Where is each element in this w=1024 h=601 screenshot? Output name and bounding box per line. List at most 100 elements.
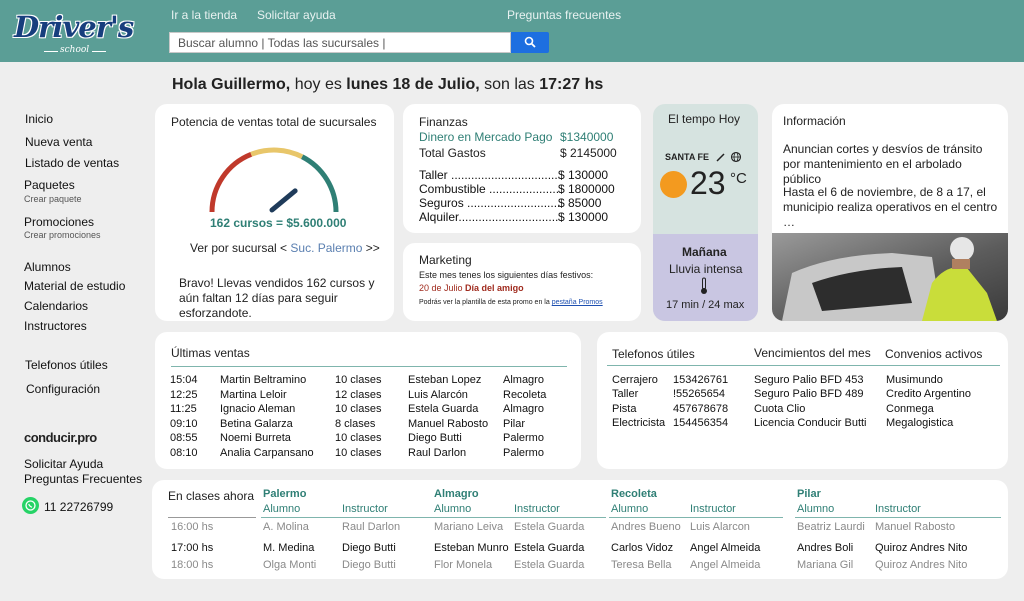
gauge-high-segment (300, 154, 339, 213)
search-input[interactable]: Buscar alumno | Todas las sucursales | (169, 32, 511, 53)
sale-classes: 8 clases (335, 417, 376, 430)
branch-name: Almagro (434, 488, 479, 500)
phone-contact-number[interactable]: 153426761 (673, 374, 728, 386)
finance-item-label: Taller .................................… (419, 168, 559, 182)
class-instructor: Diego Butti (342, 559, 396, 571)
branch-selector[interactable]: Ver por sucursal < Suc. Palermo >> (190, 241, 380, 255)
gauge-mid-segment (250, 147, 304, 160)
sales-power-card: Potencia de ventas total de sucursales 1… (155, 104, 394, 321)
temperature: 23 (690, 165, 726, 201)
instructor-col-header: Instructor (690, 503, 736, 515)
marketing-line1: Este mes tenes los siguientes días festi… (419, 270, 594, 280)
instructor-col-header: Instructor (342, 503, 388, 515)
tomorrow-range: 17 min / 24 max (666, 299, 745, 311)
expiration-item: Cuota Clio (754, 402, 806, 415)
expirations-title: Vencimientos del mes (754, 346, 871, 360)
globe-icon (730, 151, 742, 163)
sidebar-item-configuracion[interactable]: Configuración (26, 382, 100, 396)
sidebar-item-paquetes[interactable]: Paquetes (24, 178, 75, 192)
last-sales-title: Últimas ventas (171, 346, 250, 360)
agreement-item: Megalogistica (886, 416, 954, 429)
class-instructor: Angel Almeida (690, 542, 761, 554)
expiration-item: Licencia Conducir Butti (754, 416, 867, 429)
edit-location-icons[interactable] (715, 151, 743, 163)
sidebar-subitem-crear-paquete[interactable]: Crear paquete (24, 194, 82, 204)
class-student: Beatriz Laurdi (797, 521, 865, 533)
info-title: Información (783, 114, 846, 128)
contacts-card: Telefonos útiles Vencimientos del mes Co… (597, 332, 1008, 469)
gauge-low-segment (209, 152, 253, 213)
sidebar-item-nueva-venta[interactable]: Nueva venta (25, 135, 92, 149)
sidebar-item-material[interactable]: Material de estudio (24, 279, 125, 293)
sales-total-value: 162 cursos = $5.600.000 (210, 216, 347, 230)
class-student: A. Molina (263, 521, 309, 533)
finance-item-value: $ 130000 (558, 210, 609, 224)
sidebar-item-alumnos[interactable]: Alumnos (24, 260, 71, 274)
class-student: Esteban Munro (434, 542, 509, 554)
sidebar-item-telefonos[interactable]: Telefonos útiles (25, 358, 108, 372)
weather-city: SANTA FE (665, 152, 709, 162)
classes-now-card: En clases ahora 16:00 hs 17:00 hs 18:00 hs… (152, 480, 1008, 579)
conducir-pro-logo[interactable]: conducir.pro (24, 430, 97, 445)
total-expenses-value: $ 2145000 (560, 146, 617, 160)
whatsapp-icon (22, 497, 39, 514)
phone-contact-name: Taller (612, 388, 639, 401)
class-student: Olga Monti (263, 559, 317, 571)
branch-name: Pilar (797, 488, 821, 500)
thermometer-icon (701, 277, 707, 294)
sale-branch: Palermo (503, 446, 544, 459)
sale-branch: Palermo (503, 432, 544, 444)
class-student: Mariano Leiva (434, 521, 504, 533)
nav-help-link[interactable]: Solicitar ayuda (257, 8, 336, 22)
sidebar-faq-link[interactable]: Preguntas Frecuentes (24, 472, 142, 486)
whatsapp-number[interactable]: 11 22726799 (44, 500, 113, 514)
phone-contact-number[interactable]: !55265654 (673, 388, 725, 400)
agreement-item: Credito Argentino (886, 388, 971, 401)
branch-name: Recoleta (611, 488, 657, 500)
drivers-school-logo[interactable]: Driver's school (14, 10, 134, 58)
sidebar-item-instructores[interactable]: Instructores (24, 319, 87, 333)
sidebar-help-link[interactable]: Solicitar Ayuda (24, 457, 103, 471)
sidebar-item-inicio[interactable]: Inicio (25, 112, 53, 126)
class-instructor: Raul Darlon (342, 521, 401, 533)
phone-contact-number[interactable]: 457678678 (673, 403, 728, 415)
sale-branch: Pilar (503, 417, 526, 430)
phone-contact-name: Cerrajero (612, 374, 658, 386)
sidebar-subitem-crear-promociones[interactable]: Crear promociones (24, 230, 101, 240)
phone-contact-number[interactable]: 154456354 (673, 417, 728, 429)
mp-label: Dinero en Mercado Pago (419, 130, 553, 144)
sidebar-item-calendarios[interactable]: Calendarios (24, 299, 88, 313)
search-button[interactable] (511, 32, 549, 53)
phones-title: Telefonos útiles (612, 347, 695, 361)
class-instructor: Estela Guarda (514, 559, 585, 571)
marketing-holiday: 20 de Julio Día del amigo (419, 283, 524, 293)
nav-store-link[interactable]: Ir a la tienda (171, 8, 237, 22)
sidebar-item-promociones[interactable]: Promociones (24, 215, 94, 229)
marketing-title: Marketing (419, 253, 472, 267)
sale-instructor: Diego Butti (408, 432, 462, 444)
last-sales-card: Últimas ventas 15:04 Martin Beltramino 10 … (155, 332, 581, 469)
class-instructor: Estela Guarda (514, 521, 585, 533)
agreement-item: Conmega (886, 402, 934, 415)
student-col-header: Alumno (797, 503, 835, 515)
sale-classes: 10 clases (335, 374, 382, 386)
sale-branch: Almagro (503, 403, 544, 415)
class-instructor: Manuel Rabosto (875, 521, 956, 533)
nav-faq-link[interactable]: Preguntas frecuentes (507, 8, 621, 22)
marketing-card: Marketing Este mes tenes los siguientes … (403, 243, 641, 321)
promos-tab-link[interactable]: pestaña Promos (552, 299, 603, 306)
weather-card: El tempo Hoy SANTA FE 23 °C Mañana Lluvi… (653, 104, 758, 321)
branch-selector-value[interactable]: Suc. Palermo (290, 241, 362, 255)
info-paragraph-1: Anuncian cortes y desvíos de tránsito po… (783, 142, 983, 186)
news-photo[interactable] (772, 233, 1008, 321)
class-student: Andres Bueno (611, 521, 681, 533)
sidebar-item-listado-ventas[interactable]: Listado de ventas (25, 156, 119, 170)
marketing-note: Podrás ver la plantilla de esta promo en… (419, 299, 603, 306)
tomorrow-label: Mañana (682, 245, 727, 259)
info-paragraph-2: Hasta el 6 de noviembre, de 8 a 17, el m… (783, 185, 998, 229)
class-instructor: Diego Butti (342, 542, 396, 554)
sales-gauge (209, 147, 339, 213)
class-instructor: Luis Alarcon (690, 521, 750, 533)
phone-contact-name: Pista (612, 402, 637, 415)
sun-icon (660, 171, 687, 198)
